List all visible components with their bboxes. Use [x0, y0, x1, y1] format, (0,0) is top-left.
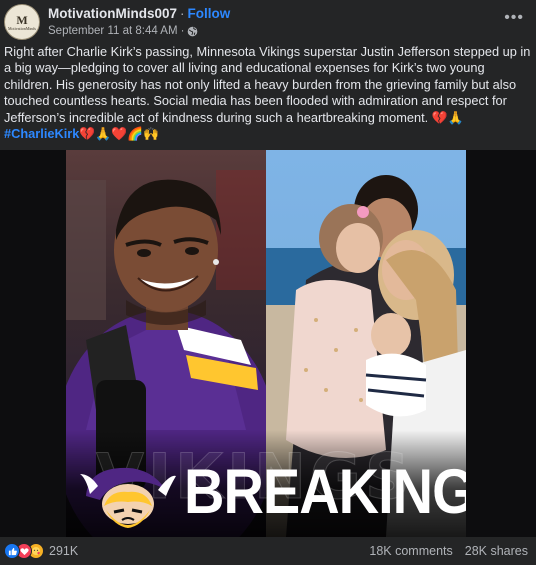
post-image[interactable]: VIKINGS BREAKING	[0, 150, 536, 537]
comments-count[interactable]: 18K comments	[369, 544, 452, 558]
engagement-counts: 18K comments 28K shares	[369, 544, 528, 558]
like-icon	[4, 543, 20, 559]
avatar-subtext: MotivationMinds	[7, 25, 36, 31]
breaking-headline: BREAKING	[184, 456, 466, 527]
reaction-count: 291K	[49, 544, 79, 558]
avatar-letter: M	[16, 12, 28, 27]
post-footer: 291K 18K comments 28K shares	[0, 537, 536, 565]
page-name-row: MotivationMinds007 · Follow	[48, 6, 230, 21]
post-meta: September 11 at 8:44 AM ·	[48, 25, 198, 37]
vikings-logo-icon	[80, 467, 176, 528]
globe-icon[interactable]	[187, 26, 198, 37]
breaking-news-graphic: VIKINGS BREAKING	[66, 150, 466, 537]
post-header: M MotivationMinds MotivationMinds007 · Fol…	[0, 0, 536, 44]
hashtag-link[interactable]: #CharlieKirk	[4, 126, 79, 141]
shares-count[interactable]: 28K shares	[465, 544, 528, 558]
reactions-summary[interactable]: 291K	[4, 543, 78, 559]
caption-text: Right after Charlie Kirk’s passing, Minn…	[4, 44, 531, 125]
more-options-icon[interactable]: •••	[504, 10, 524, 26]
follow-button[interactable]: Follow	[188, 6, 231, 21]
hashtag-emojis: 💔🙏❤️🌈🙌	[79, 126, 160, 142]
post-timestamp[interactable]: September 11 at 8:44 AM	[48, 25, 178, 37]
name-separator: ·	[180, 6, 185, 21]
page-name-link[interactable]: MotivationMinds007	[48, 6, 177, 21]
meta-separator: ·	[180, 25, 185, 37]
facebook-post: M MotivationMinds MotivationMinds007 · Fol…	[0, 0, 536, 565]
post-caption: Right after Charlie Kirk’s passing, Minn…	[4, 44, 532, 142]
page-avatar[interactable]: M MotivationMinds	[4, 4, 40, 40]
